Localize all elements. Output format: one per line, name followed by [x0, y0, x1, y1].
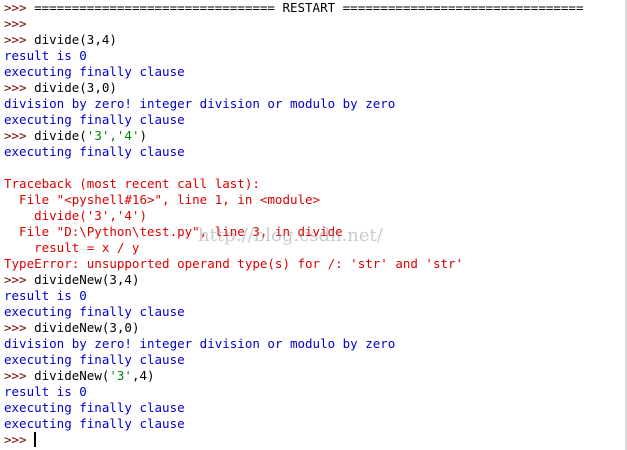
output-text: result is 0	[4, 48, 87, 63]
command-text: )	[139, 128, 148, 143]
output-line: division by zero! integer division or mo…	[4, 336, 395, 352]
active-prompt-line[interactable]: >>>	[4, 432, 37, 448]
command-line: >>> divideNew(3,4)	[4, 272, 139, 288]
error-line: divide('3','4')	[4, 208, 147, 224]
error-line: Traceback (most recent call last):	[4, 176, 260, 192]
output-line: result is 0	[4, 288, 87, 304]
command-line: >>> divide('3','4')	[4, 128, 147, 144]
error-text: result = x / y	[4, 240, 140, 255]
output-line: executing finally clause	[4, 304, 185, 320]
command-text: divideNew(3,4)	[34, 272, 140, 287]
output-text: executing finally clause	[4, 400, 185, 415]
command-text: divide(3,0)	[34, 80, 117, 95]
command-line: >>> divide(3,4)	[4, 32, 117, 48]
output-line: division by zero! integer division or mo…	[4, 96, 395, 112]
output-text: executing finally clause	[4, 144, 185, 159]
error-text: File "<pyshell#16>", line 1, in <module>	[4, 192, 321, 207]
output-text: result is 0	[4, 384, 87, 399]
prompt-marker: >>>	[4, 128, 35, 143]
error-line: TypeError: unsupported operand type(s) f…	[4, 256, 463, 272]
output-text: executing finally clause	[4, 352, 185, 367]
output-text: executing finally clause	[4, 416, 185, 431]
error-text: divide('3','4')	[4, 208, 147, 223]
string-literal: '3'	[109, 368, 132, 383]
output-line: executing finally clause	[4, 416, 185, 432]
output-line: executing finally clause	[4, 400, 185, 416]
output-line: executing finally clause	[4, 112, 185, 128]
string-literal: '3','4'	[86, 128, 140, 143]
output-line: executing finally clause	[4, 64, 185, 80]
output-line: result is 0	[4, 48, 87, 64]
prompt-marker: >>>	[4, 16, 27, 31]
restart-line: >>> ================================ RES…	[4, 0, 583, 16]
error-text: Traceback (most recent call last):	[4, 176, 260, 191]
output-line: executing finally clause	[4, 352, 185, 368]
command-text: ,4)	[131, 368, 155, 383]
prompt-marker: >>>	[4, 0, 35, 15]
output-line: result is 0	[4, 384, 87, 400]
output-text: division by zero! integer division or mo…	[4, 96, 396, 111]
prompt-line: >>>	[4, 16, 27, 32]
output-text: executing finally clause	[4, 304, 185, 319]
command-text: divide(3,4)	[34, 32, 117, 47]
error-line: File "<pyshell#16>", line 1, in <module>	[4, 192, 320, 208]
error-line: result = x / y	[4, 240, 139, 256]
prompt-marker: >>>	[4, 368, 35, 383]
error-text: TypeError: unsupported operand type(s) f…	[4, 256, 464, 271]
prompt-marker: >>>	[4, 32, 35, 47]
error-line: File "D:\Python\test.py", line 3, in div…	[4, 224, 343, 240]
error-text: File "D:\Python\test.py", line 3, in div…	[4, 224, 343, 239]
output-text: executing finally clause	[4, 64, 185, 79]
command-text: divideNew(	[34, 368, 110, 383]
text-cursor	[34, 432, 37, 447]
command-text: divide(	[34, 128, 87, 143]
output-text: executing finally clause	[4, 112, 185, 127]
output-line: executing finally clause	[4, 144, 185, 160]
output-text: division by zero! integer division or mo…	[4, 336, 396, 351]
prompt-marker: >>>	[4, 320, 35, 335]
prompt-marker: >>>	[4, 80, 35, 95]
command-line: >>> divideNew(3,0)	[4, 320, 139, 336]
command-line: >>> divide(3,0)	[4, 80, 117, 96]
prompt-marker: >>>	[4, 432, 35, 447]
output-text: result is 0	[4, 288, 87, 303]
restart-banner: ================================ RESTART…	[34, 0, 584, 15]
command-text: divideNew(3,0)	[34, 320, 140, 335]
command-line: >>> divideNew('3',4)	[4, 368, 155, 384]
prompt-marker: >>>	[4, 272, 35, 287]
python-shell-window[interactable]: >>> ================================ RES…	[0, 0, 627, 450]
